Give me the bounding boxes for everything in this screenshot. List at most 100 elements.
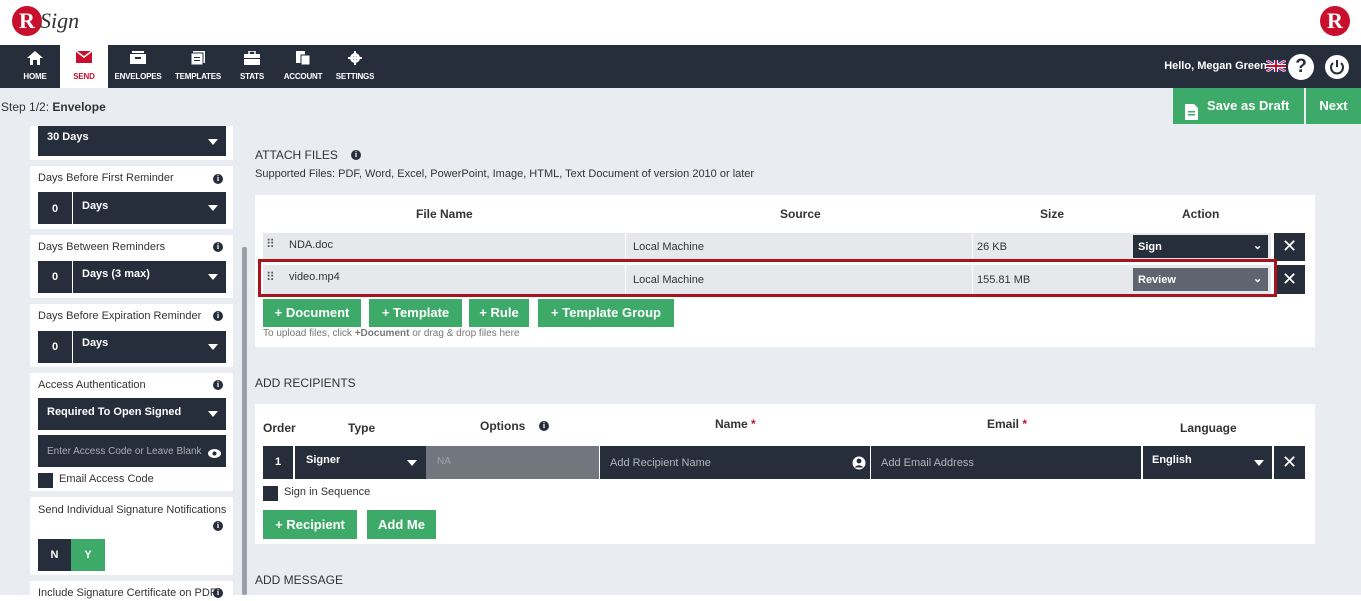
attach-files-title: ATTACH FILES [255, 148, 338, 162]
add-me-button[interactable]: Add Me [367, 510, 436, 539]
notifications-no-toggle[interactable]: N [38, 539, 71, 571]
remove-recipient-button[interactable]: ✕ [1274, 446, 1305, 479]
recipient-name-input[interactable]: Add Recipient Name [600, 446, 870, 479]
add-template-button[interactable]: + Template [369, 299, 462, 327]
size-cell: 26 KB [977, 241, 1007, 253]
add-template-group-button[interactable]: + Template Group [538, 299, 674, 327]
recipient-type-select[interactable]: Signer [295, 446, 426, 479]
info-icon[interactable]: i [539, 421, 549, 431]
nav-account[interactable]: ACCOUNT [280, 45, 326, 88]
next-button[interactable]: Next [1306, 88, 1361, 124]
help-icon[interactable]: ? [1288, 54, 1314, 80]
file-name-cell: NDA.doc [289, 239, 334, 251]
order-input[interactable]: 1 [263, 446, 293, 479]
chevron-down-icon [208, 411, 218, 417]
email-access-code-checkbox[interactable] [38, 473, 53, 488]
info-icon[interactable]: i [213, 311, 223, 321]
chevron-down-icon: ⌄ [1253, 240, 1263, 252]
nav-templates[interactable]: TEMPLATES [172, 45, 224, 88]
source-cell: Local Machine [633, 241, 704, 253]
individual-notifications-label: Send Individual Signature Notifications [38, 504, 227, 516]
step-bar [0, 88, 1361, 126]
expiry-card: 30 Days [30, 126, 233, 164]
nav-send[interactable]: SEND [60, 45, 108, 88]
remove-file-button[interactable]: ✕ [1274, 265, 1305, 294]
recipient-email-input[interactable]: Add Email Address [871, 446, 1141, 479]
user-greeting[interactable]: Hello, Megan Greene [1164, 60, 1273, 72]
drag-handle-icon[interactable]: ⠿ [266, 237, 275, 251]
type-header: Type [348, 421, 376, 435]
logo-text: Sign [40, 8, 80, 33]
chevron-down-icon [407, 460, 417, 466]
action-header: Action [1182, 207, 1220, 221]
main-nav: HOME SEND ENVELOPES TEMPLATES STATS ACCO… [0, 45, 1361, 88]
add-document-button[interactable]: + Document [263, 299, 361, 327]
info-icon[interactable]: i [213, 521, 223, 531]
chevron-down-icon [208, 344, 218, 350]
access-code-input[interactable]: Enter Access Code or Leave Blank [38, 435, 226, 467]
source-header: Source [780, 207, 821, 221]
email-header: Email * [987, 417, 1028, 431]
home-icon [12, 45, 58, 67]
power-icon[interactable] [1325, 55, 1349, 79]
language-select[interactable]: English [1143, 446, 1272, 479]
info-icon[interactable]: i [351, 150, 361, 160]
between-reminders-card: Days Between Reminders i 0 Days (3 max) [30, 235, 233, 302]
expiration-reminder-card: Days Before Expiration Reminder i 0 Days [30, 304, 233, 371]
sign-in-sequence-label: Sign in Sequence [284, 486, 371, 498]
individual-notifications-card: Send Individual Signature Notifications … [30, 497, 233, 579]
file-name-header: File Name [416, 207, 473, 221]
first-reminder-card: Days Before First Reminder i 0 Days [30, 166, 233, 233]
info-icon[interactable]: i [213, 174, 223, 184]
expiration-reminder-select[interactable]: 0 Days [38, 331, 226, 363]
notifications-yes-toggle[interactable]: Y [71, 539, 105, 571]
chevron-down-icon [208, 205, 218, 211]
sign-in-sequence-checkbox[interactable] [263, 486, 278, 501]
chevron-down-icon [1254, 460, 1264, 466]
add-recipient-button[interactable]: + Recipient [263, 510, 357, 539]
corner-logo-icon[interactable]: R [1320, 6, 1350, 36]
info-icon[interactable]: i [213, 242, 223, 252]
upload-hint: To upload files, click +Document or drag… [263, 328, 520, 339]
add-recipients-title: ADD RECIPIENTS [255, 376, 356, 390]
uk-flag-icon[interactable] [1265, 58, 1287, 77]
info-icon[interactable]: i [213, 380, 223, 390]
certificate-card: Include Signature Certificate on PDF i [30, 581, 233, 601]
info-icon[interactable]: i [213, 588, 223, 598]
size-header: Size [1040, 207, 1065, 221]
step-indicator: Step 1/2: Envelope [1, 100, 106, 114]
access-auth-card: Access Authentication i Required To Open… [30, 373, 233, 495]
language-header: Language [1180, 421, 1237, 435]
first-reminder-select[interactable]: 0 Days [38, 192, 226, 224]
nav-settings[interactable]: SETTINGS [334, 45, 376, 88]
top-bar: R Sign R [0, 0, 1361, 45]
remove-file-button[interactable]: ✕ [1274, 233, 1305, 261]
nav-envelopes[interactable]: ENVELOPES [112, 45, 164, 88]
inbox-icon [112, 45, 164, 67]
highlight-frame [258, 259, 1277, 297]
envelope-icon [60, 45, 108, 67]
options-field[interactable]: NA [426, 446, 599, 479]
left-scrollbar[interactable] [242, 247, 247, 595]
expiration-reminder-label: Days Before Expiration Reminder [38, 310, 202, 322]
supported-files-text: Supported Files: PDF, Word, Excel, Power… [255, 168, 755, 180]
contact-icon[interactable] [852, 456, 866, 475]
action-select[interactable]: Sign ⌄ [1133, 235, 1268, 258]
table-row[interactable]: ⠿ NDA.doc Local Machine 26 KB Sign ⌄ [263, 233, 1271, 260]
certificate-label: Include Signature Certificate on PDF [38, 587, 217, 599]
rsign-logo-icon[interactable]: R [12, 6, 42, 36]
account-icon [280, 45, 326, 67]
gear-icon [334, 45, 376, 67]
access-auth-select[interactable]: Required To Open Signed [38, 398, 226, 430]
add-rule-button[interactable]: + Rule [469, 299, 529, 327]
eye-icon[interactable] [208, 445, 221, 463]
expiry-select[interactable]: 30 Days [38, 126, 226, 156]
between-reminders-select[interactable]: 0 Days (3 max) [38, 261, 226, 293]
nav-home[interactable]: HOME [12, 45, 58, 88]
order-header: Order [263, 421, 296, 435]
first-reminder-label: Days Before First Reminder [38, 172, 174, 184]
between-reminders-label: Days Between Reminders [38, 241, 166, 253]
save-as-draft-button[interactable]: Save as Draft [1173, 88, 1304, 124]
recipients-card: Order Type Options i Name * Email * Lang… [255, 404, 1315, 544]
nav-stats[interactable]: STATS [232, 45, 272, 88]
